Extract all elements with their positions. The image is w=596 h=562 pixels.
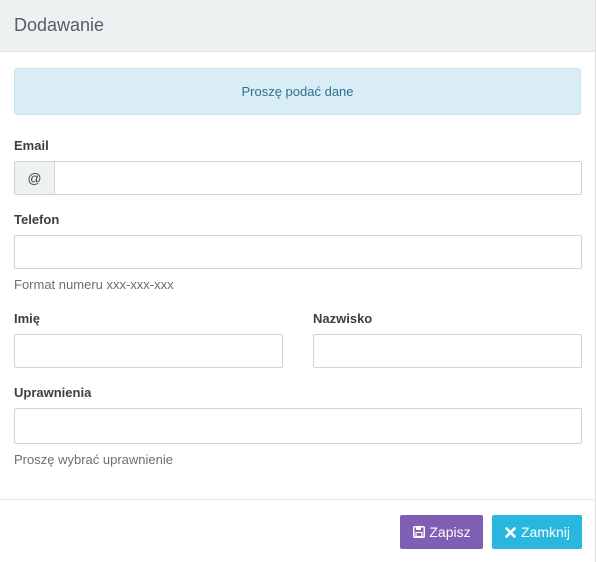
email-input-group: @ [14, 161, 582, 195]
dialog-title: Dodawanie [14, 15, 105, 35]
first-name-group: Imię [14, 311, 283, 368]
last-name-label: Nazwisko [313, 311, 373, 326]
phone-label: Telefon [14, 212, 60, 227]
save-button[interactable]: Zapisz [400, 515, 483, 549]
first-name-input[interactable] [14, 334, 283, 368]
save-button-label: Zapisz [429, 524, 471, 540]
email-group: Email @ [14, 138, 582, 195]
add-dialog: Dodawanie Proszę podać dane Email @ Tele… [0, 0, 596, 562]
close-button-label: Zamknij [520, 524, 570, 540]
first-name-label: Imię [14, 311, 41, 326]
phone-group: Telefon Format numeru xxx-xxx-xxx [14, 212, 582, 292]
floppy-disk-icon [412, 526, 425, 539]
dialog-header: Dodawanie [0, 0, 595, 52]
last-name-group: Nazwisko [313, 311, 582, 368]
at-sign-addon: @ [14, 161, 54, 195]
permissions-group: Uprawnienia Proszę wybrać uprawnienie [14, 385, 582, 467]
email-input[interactable] [54, 161, 582, 195]
permissions-help-text: Proszę wybrać uprawnienie [14, 452, 173, 467]
last-name-input[interactable] [313, 334, 582, 368]
close-x-icon [504, 526, 517, 539]
phone-help-text: Format numeru xxx-xxx-xxx [14, 277, 174, 292]
email-label: Email [14, 138, 49, 153]
info-alert: Proszę podać dane [14, 68, 581, 115]
permissions-label: Uprawnienia [14, 385, 92, 400]
info-alert-text: Proszę podać dane [241, 84, 354, 99]
permissions-select[interactable] [14, 408, 582, 444]
phone-input[interactable] [14, 235, 582, 269]
dialog-footer: Zapisz Zamknij [0, 499, 595, 562]
close-button[interactable]: Zamknij [492, 515, 582, 549]
